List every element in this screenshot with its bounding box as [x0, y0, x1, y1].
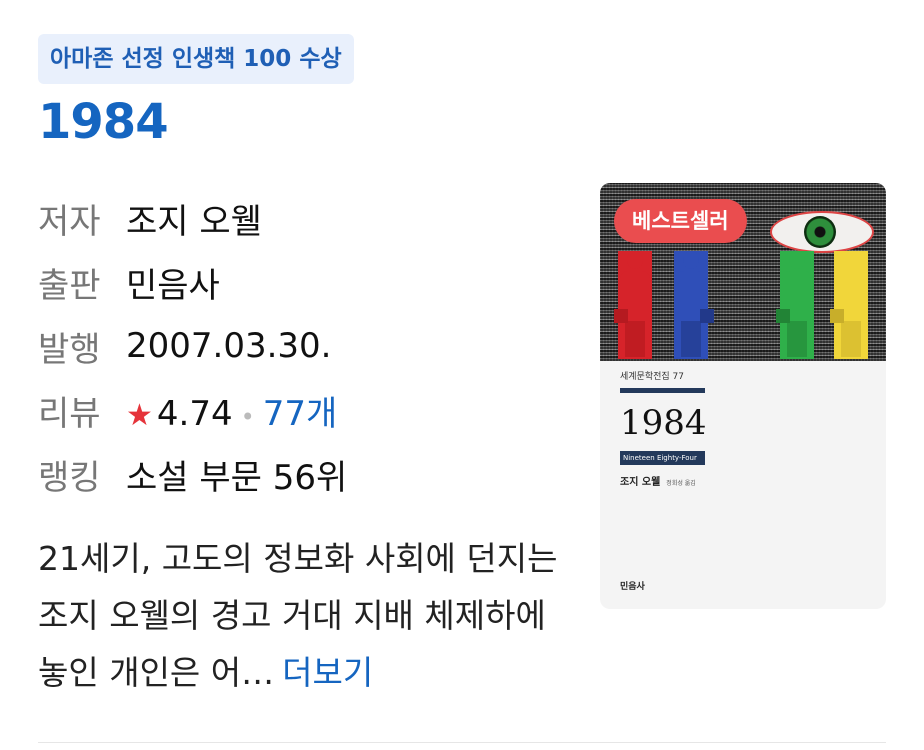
cover-author: 조지 오웰 정회성 옮김	[620, 473, 696, 488]
meta-row-review: 리뷰 ★ 4.74 • 77개	[38, 378, 347, 442]
date-label: 발행	[38, 329, 101, 370]
eye-icon	[770, 211, 874, 253]
star-icon: ★	[126, 397, 153, 433]
cover-subtitle: Nineteen Eighty-Four	[620, 451, 705, 465]
author-label: 저자	[38, 201, 101, 242]
cover-series-text: 세계문학전집 77	[620, 372, 684, 382]
cover-title-bar	[620, 388, 705, 393]
review-count-link[interactable]: 77개	[263, 394, 338, 434]
award-badge: 아마존 선정 인생책 100 수상	[38, 34, 354, 84]
meta-row-author: 저자 조지 오웰	[38, 186, 347, 250]
cover-title: 1984	[620, 403, 707, 443]
bestseller-badge: 베스트셀러	[614, 199, 747, 243]
meta-row-ranking: 랭킹 소설 부문 56위	[38, 442, 347, 506]
publisher-value[interactable]: 민음사	[126, 258, 220, 307]
book-meta: 저자 조지 오웰 출판 민음사 발행 2007.03.30. 리뷰 ★ 4.74 •…	[38, 186, 347, 506]
book-title[interactable]: 1984	[38, 94, 169, 150]
cover-translator: 정회성 옮김	[666, 480, 696, 487]
rating-value: 4.74	[156, 393, 233, 434]
separator-dot: •	[240, 402, 255, 431]
review-label: 리뷰	[38, 393, 101, 434]
iris-graphic	[804, 216, 836, 248]
green-figure-graphic	[776, 251, 814, 359]
author-value[interactable]: 조지 오웰	[126, 194, 262, 243]
ranking-value: 소설 부문 56위	[126, 457, 348, 498]
ranking-label: 랭킹	[38, 457, 101, 498]
yellow-figure-graphic	[830, 251, 868, 359]
meta-row-publisher: 출판 민음사	[38, 250, 347, 314]
red-figure-graphic	[614, 251, 652, 359]
book-cover[interactable]: 베스트셀러 세계문학전집 77 1984 Nineteen Eighty-Fou…	[600, 183, 886, 609]
meta-row-date: 발행 2007.03.30.	[38, 314, 347, 378]
publisher-label: 출판	[38, 265, 101, 306]
more-link[interactable]: 더보기	[282, 653, 373, 692]
cover-publisher: 민음사	[620, 582, 645, 592]
bottom-divider	[38, 742, 886, 743]
date-value: 2007.03.30.	[126, 326, 332, 366]
review-value: ★ 4.74 • 77개	[126, 386, 337, 435]
book-description: 21세기, 고도의 정보화 사회에 던지는 조지 오웰의 경고 거대 지배 체제…	[38, 530, 578, 701]
cover-author-name: 조지 오웰	[620, 477, 661, 488]
blue-figure-graphic	[674, 251, 714, 359]
